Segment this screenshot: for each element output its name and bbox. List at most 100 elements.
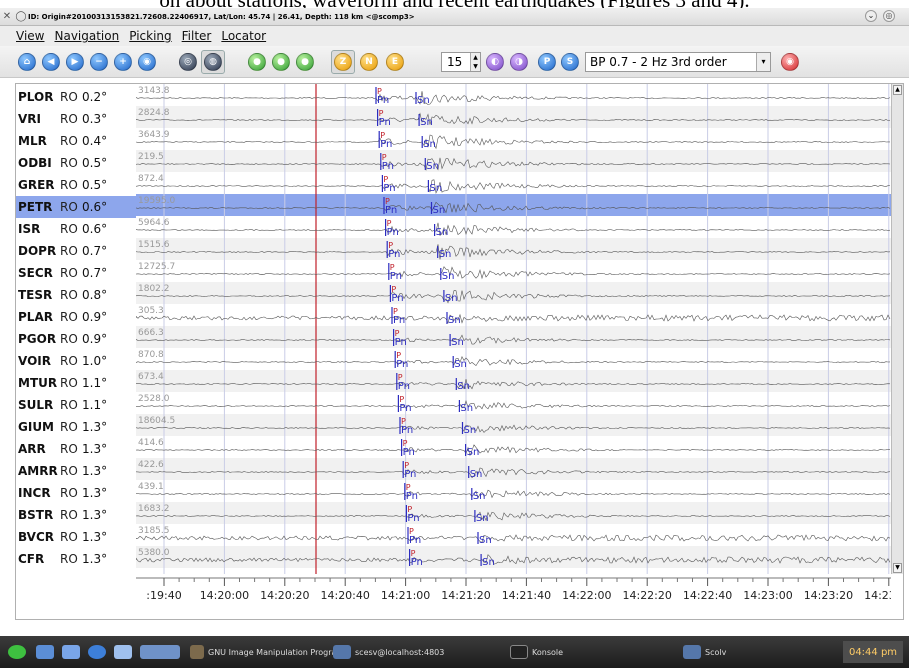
- component-n-button[interactable]: N: [360, 53, 378, 71]
- phase-p-button[interactable]: P: [538, 53, 556, 71]
- browser-icon[interactable]: [88, 643, 106, 661]
- scroll-right-icon[interactable]: ▶: [66, 53, 84, 71]
- pick-p-icon[interactable]: ●: [248, 53, 266, 71]
- trace-amplitude-label: 673.4: [138, 372, 164, 382]
- trace-amplitude-label: 3643.9: [138, 130, 170, 140]
- station-label-row[interactable]: PLAR RO 0.9°: [16, 306, 136, 328]
- component-e-button[interactable]: E: [386, 53, 404, 71]
- start-menu-icon[interactable]: [8, 643, 26, 661]
- station-distance: 1.3°: [82, 486, 108, 500]
- station-label-row[interactable]: BVCR RO 1.3°: [16, 526, 136, 548]
- home-folder-icon[interactable]: [114, 643, 132, 661]
- trace-view-icon[interactable]: ◎: [179, 53, 197, 71]
- record-icon[interactable]: ◉: [781, 53, 799, 71]
- network-code: RO: [60, 222, 78, 236]
- taskbar-item-gimp[interactable]: GNU Image Manipulation Program: [190, 643, 344, 661]
- station-label-row[interactable]: GRER RO 0.5°: [16, 174, 136, 196]
- station-label-row[interactable]: PETR RO 0.6°: [16, 196, 136, 218]
- s-pick-label: Sn: [479, 535, 492, 546]
- time-tick-label: 14:21:40: [502, 589, 551, 602]
- menu-navigation[interactable]: Navigation: [54, 29, 119, 43]
- menu-filter[interactable]: Filter: [182, 29, 212, 43]
- station-code: GIUM: [18, 420, 54, 434]
- network-code: RO: [60, 112, 78, 126]
- clock[interactable]: 04:44 pm: [843, 641, 903, 663]
- spin-arrows-icon[interactable]: ▲ ▼: [470, 53, 480, 71]
- p-pick-label: Pn: [398, 381, 410, 392]
- accept-icon[interactable]: ●: [296, 53, 314, 71]
- s-pick-label: Sn: [442, 271, 455, 282]
- window-menu-icon[interactable]: ◯: [14, 11, 28, 22]
- network-code: RO: [60, 354, 78, 368]
- station-label-row[interactable]: MTUR RO 1.1°: [16, 372, 136, 394]
- station-code: CFR: [18, 552, 45, 566]
- menu-locator[interactable]: Locator: [221, 29, 266, 43]
- waveform-plot[interactable]: 3143.8PnPSn2824.8PnPSn3643.9PnPSn219.5Pn…: [136, 84, 891, 574]
- phase-s-button[interactable]: S: [561, 53, 579, 71]
- time-tick-label: 14:23:20: [804, 589, 853, 602]
- filter-icon[interactable]: ◐: [486, 53, 504, 71]
- trace-amplitude-label: 18604.5: [138, 416, 175, 426]
- p-pick-flag: P: [396, 351, 401, 360]
- station-label-row[interactable]: GIUM RO 1.3°: [16, 416, 136, 438]
- pick-s-icon[interactable]: ●: [272, 53, 290, 71]
- station-label-row[interactable]: PLOR RO 0.2°: [16, 86, 136, 108]
- station-code: SECR: [18, 266, 53, 280]
- spectrogram-icon[interactable]: ◍: [204, 53, 222, 71]
- p-pick-flag: P: [377, 87, 382, 96]
- station-label-row[interactable]: CFR RO 1.3°: [16, 548, 136, 570]
- station-label-row[interactable]: INCR RO 1.3°: [16, 482, 136, 504]
- component-z-button[interactable]: Z: [334, 53, 352, 71]
- station-code: GRER: [18, 178, 55, 192]
- trace-amplitude-label: 666.3: [138, 328, 164, 338]
- station-label-row[interactable]: ODBI RO 0.5°: [16, 152, 136, 174]
- maximize-button[interactable]: ◎: [883, 10, 895, 22]
- vertical-scrollbar[interactable]: ▲ ▼: [891, 84, 903, 574]
- time-tick-label: 14:23:40: [864, 589, 891, 602]
- filter-select[interactable]: BP 0.7 - 2 Hz 3rd order ▾: [585, 52, 771, 72]
- zoom-full-icon[interactable]: ◉: [138, 53, 156, 71]
- station-label-row[interactable]: TESR RO 0.8°: [16, 284, 136, 306]
- trace-amplitude-label: 1683.2: [138, 504, 170, 514]
- taskbar-item-konsole[interactable]: Konsole: [510, 643, 563, 661]
- home-icon[interactable]: ⌂: [18, 53, 36, 71]
- minimize-button[interactable]: ⌄: [865, 10, 877, 22]
- station-label-row[interactable]: ISR RO 0.6°: [16, 218, 136, 240]
- chevron-down-icon[interactable]: ▾: [756, 53, 770, 71]
- zoom-in-icon[interactable]: +: [114, 53, 132, 71]
- scroll-left-icon[interactable]: ◀: [42, 53, 60, 71]
- s-pick-label: Sn: [426, 161, 439, 172]
- scroll-up-icon[interactable]: ▲: [893, 85, 902, 95]
- station-label-row[interactable]: SULR RO 1.1°: [16, 394, 136, 416]
- station-label-row[interactable]: SECR RO 0.7°: [16, 262, 136, 284]
- amplitude-icon[interactable]: ◑: [510, 53, 528, 71]
- station-label-row[interactable]: VOIR RO 1.0°: [16, 350, 136, 372]
- trace-row: [136, 458, 891, 480]
- scroll-down-icon[interactable]: ▼: [893, 563, 902, 573]
- zoom-out-icon[interactable]: −: [90, 53, 108, 71]
- station-distance: 1.1°: [82, 376, 108, 390]
- station-label-row[interactable]: BSTR RO 1.3°: [16, 504, 136, 526]
- station-label-row[interactable]: DOPR RO 0.7°: [16, 240, 136, 262]
- station-label-row[interactable]: VRI RO 0.3°: [16, 108, 136, 130]
- s-pick-label: Sn: [429, 183, 442, 194]
- p-pick-flag: P: [409, 527, 414, 536]
- taskbar-item-scolv[interactable]: Scolv: [683, 643, 726, 661]
- file-manager-icon[interactable]: [62, 643, 80, 661]
- s-pick-label: Sn: [460, 403, 473, 414]
- trace-count-spinbox[interactable]: 15 ▲ ▼: [441, 52, 481, 72]
- p-pick-flag: P: [393, 307, 398, 316]
- desktop-icon[interactable]: [36, 643, 54, 661]
- network-code: RO: [60, 332, 78, 346]
- trace-amplitude-label: 1802.2: [138, 284, 170, 294]
- taskbar-item-scesv[interactable]: scesv@localhost:4803: [333, 643, 444, 661]
- station-label-row[interactable]: PGOR RO 0.9°: [16, 328, 136, 350]
- station-distance: 0.9°: [82, 310, 108, 324]
- station-label-row[interactable]: AMRR RO 1.3°: [16, 460, 136, 482]
- station-label-row[interactable]: ARR RO 1.3°: [16, 438, 136, 460]
- station-label-row[interactable]: MLR RO 0.4°: [16, 130, 136, 152]
- menu-view[interactable]: View: [16, 29, 44, 43]
- pager-icon[interactable]: [140, 643, 180, 661]
- taskbar: GNU Image Manipulation Program scesv@loc…: [0, 636, 909, 668]
- menu-picking[interactable]: Picking: [129, 29, 171, 43]
